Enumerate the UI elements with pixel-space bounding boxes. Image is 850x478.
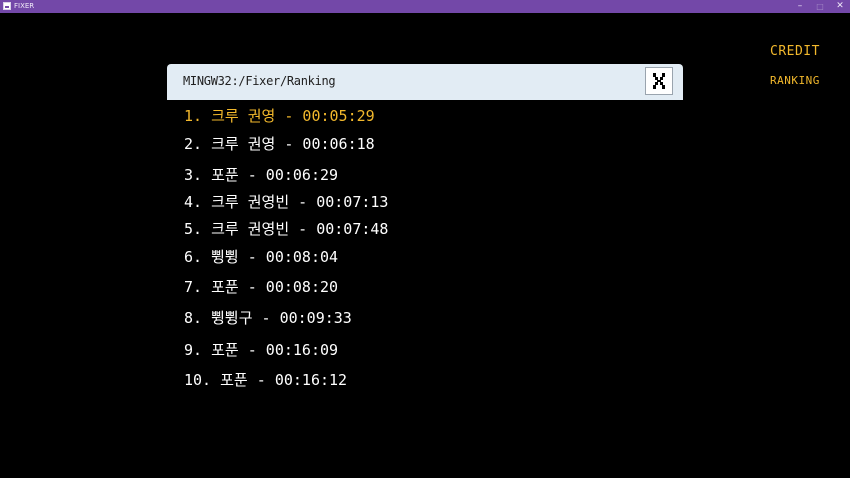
- panel-path: MINGW32:/Fixer/Ranking: [183, 74, 336, 88]
- ranking-row-9: 9. 포푼 - 00:16:09: [184, 341, 339, 359]
- ranking-row-4: 4. 크루 권영빈 - 00:07:13: [184, 193, 389, 211]
- x-icon: [653, 73, 665, 89]
- close-window-button[interactable]: ✕: [830, 0, 850, 13]
- ranking-row-5: 5. 크루 권영빈 - 00:07:48: [184, 220, 389, 238]
- window-titlebar: FIXER – □ ✕: [0, 0, 850, 13]
- app-icon: [3, 2, 11, 10]
- ranking-row-3: 3. 포푼 - 00:06:29: [184, 166, 339, 184]
- maximize-button[interactable]: □: [810, 0, 830, 13]
- ranking-button[interactable]: RANKING: [770, 74, 820, 87]
- ranking-row-8: 8. 쀵쀵구 - 00:09:33: [184, 309, 352, 327]
- ranking-panel-header: MINGW32:/Fixer/Ranking: [167, 64, 683, 100]
- ranking-row-10: 10. 포푼 - 00:16:12: [184, 371, 348, 389]
- ranking-row-1: 1. 크루 권영 - 00:05:29: [184, 107, 375, 125]
- ranking-row-7: 7. 포푼 - 00:08:20: [184, 278, 339, 296]
- panel-close-button[interactable]: [645, 67, 673, 95]
- ranking-row-2: 2. 크루 권영 - 00:06:18: [184, 135, 375, 153]
- window-title: FIXER: [14, 2, 35, 10]
- minimize-button[interactable]: –: [790, 0, 810, 13]
- ranking-row-6: 6. 쀵쀵 - 00:08:04: [184, 248, 339, 266]
- credit-button[interactable]: CREDIT: [770, 44, 820, 59]
